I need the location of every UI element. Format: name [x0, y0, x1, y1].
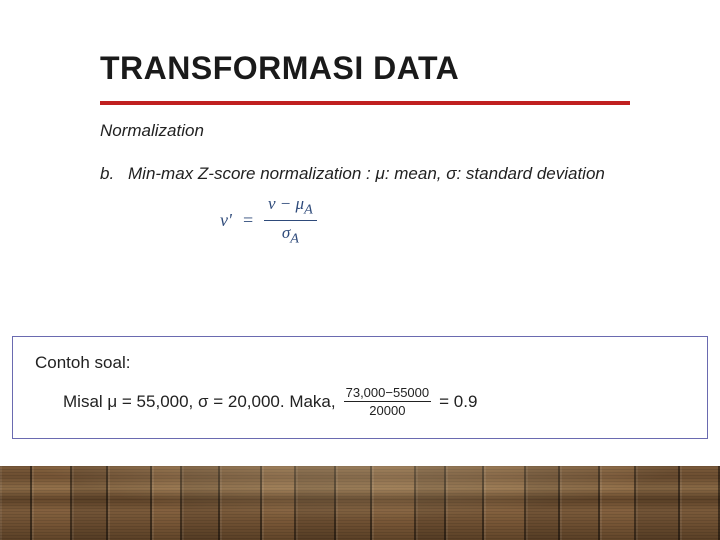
example-frac-den: 20000 [367, 402, 407, 418]
floor-plank [262, 466, 296, 540]
floor-plank [526, 466, 560, 540]
floor-plank [446, 466, 484, 540]
floor-plank [372, 466, 416, 540]
subtitle: Normalization [100, 121, 630, 141]
floor-plank [0, 466, 32, 540]
formula-zscore: v' = v − μA σA [220, 194, 317, 248]
floor-plank [108, 466, 152, 540]
example-line: Misal μ = 55,000, σ = 20,000. Maka, 73,0… [63, 385, 685, 418]
formula-lhs: v' [220, 210, 232, 231]
floor-plank [600, 466, 636, 540]
floor-plank [416, 466, 446, 540]
floor-plank [32, 466, 72, 540]
formula-fraction: v − μA σA [264, 194, 317, 248]
example-result: = 0.9 [439, 392, 477, 412]
content-area: TRANSFORMASI DATA Normalization b. Min-m… [0, 0, 720, 248]
floor-plank [182, 466, 220, 540]
formula-num-sub: A [304, 201, 313, 217]
bullet-label: b. [100, 163, 128, 186]
example-title: Contoh soal: [35, 353, 685, 373]
floor-plank [336, 466, 372, 540]
floor-plank [72, 466, 108, 540]
formula-den-sub: A [290, 231, 299, 247]
example-prefix: Misal μ = 55,000, σ = 20,000. Maka, [63, 392, 336, 412]
floor-plank [560, 466, 600, 540]
formula-eq: = [242, 210, 254, 231]
wood-floor-decoration [0, 466, 720, 540]
example-fraction: 73,000−55000 20000 [344, 385, 432, 418]
floor-plank [220, 466, 262, 540]
floor-plank [296, 466, 336, 540]
floor-plank [636, 466, 680, 540]
floor-plank [152, 466, 182, 540]
formula-denominator: σ [282, 223, 290, 242]
slide: TRANSFORMASI DATA Normalization b. Min-m… [0, 0, 720, 540]
formula-numerator: v − μ [268, 194, 304, 213]
floor-plank [680, 466, 720, 540]
bullet-text: Min-max Z-score normalization : μ: mean,… [128, 163, 630, 186]
page-title: TRANSFORMASI DATA [100, 50, 630, 105]
example-box: Contoh soal: Misal μ = 55,000, σ = 20,00… [12, 336, 708, 439]
bullet-item: b. Min-max Z-score normalization : μ: me… [100, 163, 630, 186]
example-frac-num: 73,000−55000 [344, 385, 432, 401]
floor-plank [484, 466, 526, 540]
